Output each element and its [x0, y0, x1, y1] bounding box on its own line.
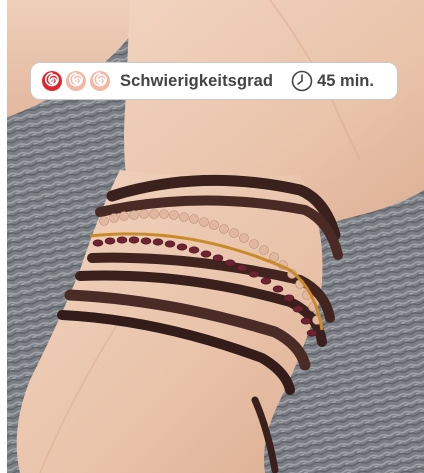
- clock-icon: [291, 70, 313, 92]
- difficulty-label: Schwierigkeitsgrad: [120, 71, 274, 90]
- spiral-icon: [89, 70, 111, 92]
- product-image-frame: Schwierigkeitsgrad 45 min.: [0, 0, 424, 473]
- info-badge: Schwierigkeitsgrad 45 min.: [30, 62, 398, 100]
- spiral-icon: [41, 70, 63, 92]
- duration-value: 45 min.: [317, 71, 374, 90]
- spiral-icon: [65, 70, 87, 92]
